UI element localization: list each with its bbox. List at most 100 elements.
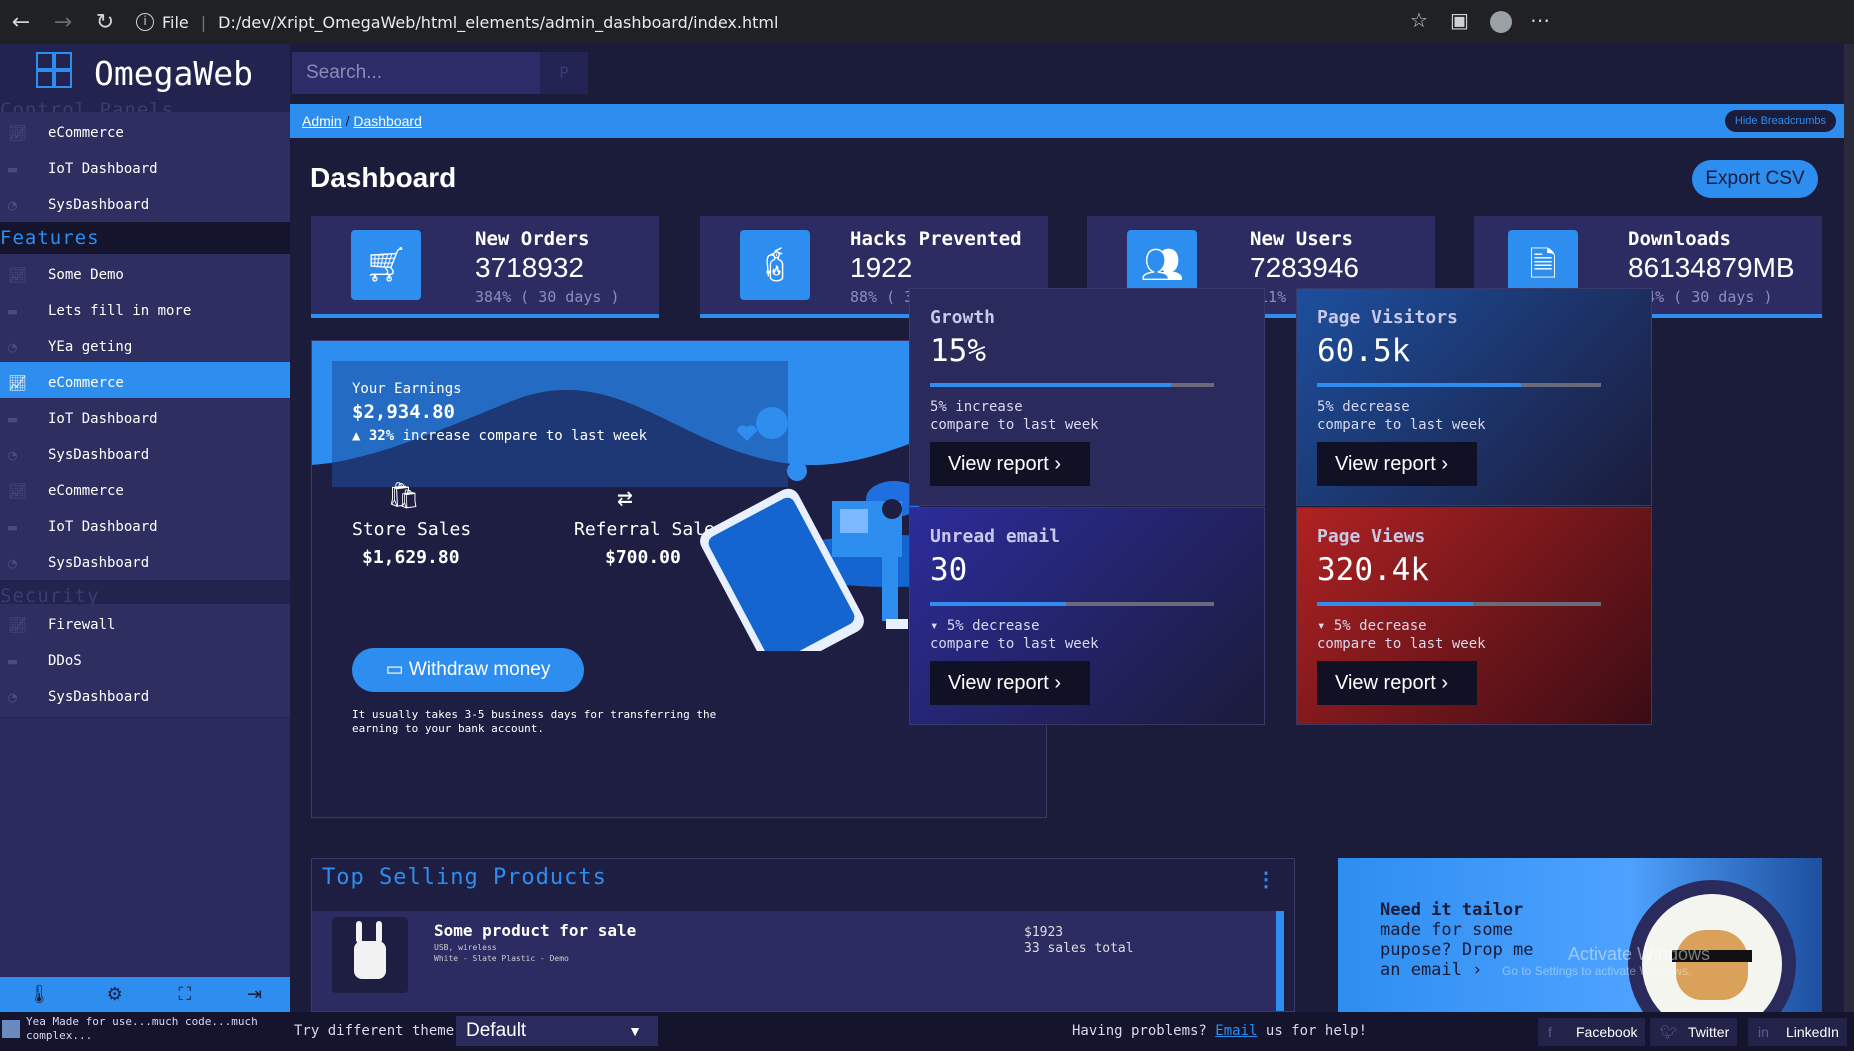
chevron-right-icon: › bbox=[1441, 672, 1449, 694]
windows-watermark-sub: Go to Settings to activate Windows. bbox=[1502, 964, 1692, 978]
section-title-features[interactable]: Features bbox=[0, 222, 290, 254]
hide-breadcrumbs-button[interactable]: Hide Breadcrumbs bbox=[1724, 110, 1836, 132]
favorite-icon[interactable]: ☆ bbox=[1410, 8, 1428, 32]
view-report-button[interactable]: View report › bbox=[930, 661, 1090, 705]
facebook-icon: f bbox=[1548, 1024, 1552, 1040]
search-button[interactable]: P bbox=[540, 52, 588, 94]
facebook-button[interactable]: f Facebook bbox=[1538, 1018, 1646, 1046]
sidebar-item-label: Lets fill in more bbox=[48, 303, 192, 319]
sidebar-item-label: IoT Dashboard bbox=[48, 519, 158, 535]
logo-icon bbox=[36, 52, 76, 92]
metric-value: 15% bbox=[930, 333, 986, 369]
metric-title: Page Visitors bbox=[1317, 307, 1458, 328]
profile-avatar[interactable] bbox=[1490, 11, 1512, 33]
metric-progress-fill bbox=[1317, 383, 1522, 387]
product-price: $1923 bbox=[1024, 925, 1064, 940]
chart-icon: 📈︎ bbox=[8, 374, 28, 392]
gauge-icon: ◔ bbox=[8, 196, 18, 214]
referral-sales-value: $700.00 bbox=[605, 547, 681, 568]
metric-card-page-views: Page Views 320.4k ▾ 5% decrease compare … bbox=[1296, 507, 1652, 725]
logout-icon[interactable]: ⇥ bbox=[247, 984, 262, 1005]
product-name[interactable]: Some product for sale bbox=[434, 921, 636, 940]
gauge-icon: ◔ bbox=[8, 688, 18, 706]
windows-watermark-title: Activate Windows bbox=[1568, 944, 1711, 964]
metric-change: ▾ 5% decrease bbox=[1317, 618, 1427, 634]
stat-label: New Orders bbox=[475, 228, 590, 250]
contact-promo-card: Need it tailor made for some pupose? Dro… bbox=[1338, 858, 1822, 1012]
withdraw-note-1: It usually takes 3-5 business days for t… bbox=[352, 708, 717, 721]
sidebar-item-label: IoT Dashboard bbox=[48, 411, 158, 427]
back-icon[interactable]: ← bbox=[0, 10, 42, 35]
gauge-icon: ◔ bbox=[8, 338, 18, 356]
promo-line-2: made for some bbox=[1380, 920, 1514, 940]
brand-name: OmegaWeb bbox=[94, 54, 253, 93]
sidebar-item-label: SysDashboard bbox=[48, 555, 150, 571]
stat-card-new-orders: 🛒︎ New Orders 3718932 384% ( 30 days ) bbox=[311, 216, 659, 318]
twitter-button[interactable]: 🐦︎ Twitter bbox=[1650, 1018, 1738, 1046]
earnings-change-text: increase compare to last week bbox=[402, 428, 648, 444]
dashboard-icon: ▬ bbox=[8, 518, 18, 536]
thermometer-icon[interactable]: 🌡︎ bbox=[28, 984, 51, 1005]
sidebar-item-label: eCommerce bbox=[48, 375, 124, 391]
metric-change: 5% decrease bbox=[1317, 399, 1410, 415]
email-link[interactable]: Email bbox=[1215, 1023, 1257, 1039]
withdraw-money-button[interactable]: ▭ Withdraw money bbox=[352, 648, 584, 692]
stat-label: Downloads bbox=[1628, 228, 1731, 250]
forward-icon[interactable]: → bbox=[42, 10, 84, 35]
chevron-right-icon: › bbox=[1441, 453, 1449, 475]
reload-icon[interactable]: ↻ bbox=[84, 10, 126, 35]
footer-made-line-2: complex... bbox=[26, 1029, 93, 1042]
sidebar-item-label: YEa geting bbox=[48, 339, 133, 355]
earnings-pct: 32% bbox=[368, 428, 395, 444]
store-sales-label: Store Sales bbox=[352, 519, 472, 540]
stat-value: 3718932 bbox=[475, 252, 585, 283]
breadcrumb-admin-link[interactable]: Admin bbox=[302, 113, 342, 129]
settings-icon[interactable]: ⚙ bbox=[107, 984, 123, 1005]
metric-value: 30 bbox=[930, 552, 968, 588]
sidebar: OmegaWeb Control Panels 📈︎ eCommerce ▬ IoT… bbox=[0, 44, 290, 1012]
footer: Yea Made for use...much code...much comp… bbox=[0, 1012, 1854, 1051]
product-row[interactable]: Some product for sale USB, wireless Whit… bbox=[312, 911, 1284, 1011]
metric-progress-fill bbox=[930, 383, 1172, 387]
earnings-amount: $2,934.80 bbox=[352, 401, 455, 423]
promo-line-4[interactable]: an email › bbox=[1380, 960, 1482, 980]
retweet-icon: ⇄ bbox=[617, 483, 633, 513]
dashboard-icon: ▬ bbox=[8, 652, 18, 670]
metric-progress-fill bbox=[1317, 602, 1474, 606]
chevron-right-icon: › bbox=[1054, 672, 1062, 694]
page-scrollbar[interactable] bbox=[1844, 44, 1854, 1012]
address-bar[interactable]: i File | D:/dev/Xript_OmegaWeb/html_elem… bbox=[136, 6, 1676, 38]
sidebar-item-sysdashboard[interactable]: ◔ SysDashboard bbox=[0, 184, 290, 226]
theme-label: Try different theme: bbox=[294, 1023, 463, 1039]
view-report-button[interactable]: View report › bbox=[930, 442, 1090, 486]
sidebar-item-label: SysDashboard bbox=[48, 447, 150, 463]
linkedin-button[interactable]: in LinkedIn bbox=[1748, 1018, 1847, 1046]
metric-title: Growth bbox=[930, 307, 996, 328]
app-thumbnail-icon bbox=[2, 1020, 20, 1038]
basket-icon: 🛒︎ bbox=[351, 230, 421, 300]
metric-progress bbox=[1317, 602, 1601, 606]
sidebar-item-sysdashboard[interactable]: ◔ SysDashboard bbox=[0, 676, 290, 718]
view-report-button[interactable]: View report › bbox=[1317, 442, 1477, 486]
sidebar-item-sysdashboard[interactable]: ◔ SysDashboard bbox=[0, 542, 290, 584]
stat-label: Hacks Prevented bbox=[850, 228, 1022, 250]
info-icon[interactable]: i bbox=[136, 13, 154, 31]
fullscreen-icon[interactable]: ⛶ bbox=[179, 984, 192, 1005]
theme-select[interactable]: Default ▼ bbox=[456, 1016, 658, 1046]
breadcrumb-dashboard-link[interactable]: Dashboard bbox=[353, 113, 422, 129]
dashboard-icon: ▬ bbox=[8, 302, 18, 320]
stat-value: 86134879MB bbox=[1628, 252, 1795, 283]
search-input[interactable]: Search... bbox=[292, 52, 540, 94]
caret-up-icon: ▲ bbox=[352, 428, 369, 444]
collections-icon[interactable]: ▣ bbox=[1450, 8, 1469, 32]
gauge-icon: ◔ bbox=[8, 554, 18, 572]
url-text[interactable]: D:/dev/Xript_OmegaWeb/html_elements/admi… bbox=[218, 13, 778, 32]
theme-selected-value: Default bbox=[466, 1020, 527, 1041]
kebab-menu-icon[interactable]: ⋮ bbox=[1256, 867, 1276, 891]
earnings-label: Your Earnings bbox=[352, 381, 462, 397]
metric-value: 60.5k bbox=[1317, 333, 1411, 369]
view-report-button[interactable]: View report › bbox=[1317, 661, 1477, 705]
metric-change: 5% increase bbox=[930, 399, 1023, 415]
export-csv-button[interactable]: Export CSV bbox=[1692, 160, 1818, 198]
more-icon[interactable]: ⋯ bbox=[1530, 8, 1550, 32]
